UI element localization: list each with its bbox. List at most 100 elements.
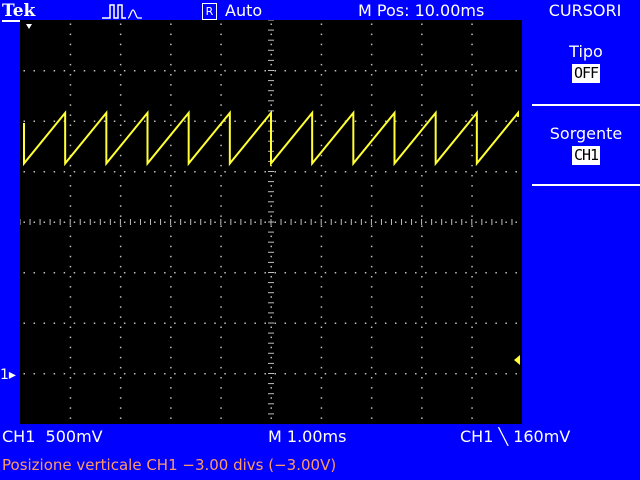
grid-dot xyxy=(421,74,423,76)
grid-dot xyxy=(370,417,373,419)
grid-dot xyxy=(164,171,166,173)
grid-dot xyxy=(69,195,72,197)
grid-dot xyxy=(69,255,72,258)
grid-dot xyxy=(69,407,72,409)
grid-dot xyxy=(284,322,287,324)
grid-dot xyxy=(515,322,517,324)
grid-dot xyxy=(421,417,423,419)
grid-dot xyxy=(103,70,106,72)
grid-dot xyxy=(33,171,36,173)
grid-dot xyxy=(113,272,116,274)
grid-dot xyxy=(164,70,166,72)
grid-dot xyxy=(143,272,146,274)
grid-dot xyxy=(220,225,222,227)
grid-dot xyxy=(43,120,46,122)
grid-dot xyxy=(154,171,156,173)
grid-dot xyxy=(344,70,347,72)
menu-item-sorgente[interactable]: Sorgente CH1 xyxy=(532,124,640,165)
grid-dot xyxy=(320,195,323,197)
trigger-pulse-icon xyxy=(102,4,142,19)
menu-item-sorgente-label: Sorgente xyxy=(549,124,623,143)
grid-dot xyxy=(270,23,272,25)
menu-item-tipo-value: OFF xyxy=(571,64,601,83)
grid-dot xyxy=(23,322,25,324)
menu-item-tipo[interactable]: Tipo OFF xyxy=(532,42,640,83)
grid-dot xyxy=(370,407,373,409)
grid-dot xyxy=(425,272,427,274)
grid-dot xyxy=(370,94,373,96)
grid-dot xyxy=(119,235,122,238)
grid-dot xyxy=(421,306,423,308)
grid-dot xyxy=(274,171,276,173)
grid-dot xyxy=(471,23,473,25)
grid-dot xyxy=(220,205,222,207)
grid-dot xyxy=(133,70,136,72)
grid-dot xyxy=(73,171,76,173)
grid-dot xyxy=(354,322,357,324)
grid-dot xyxy=(421,407,423,409)
grid-dot xyxy=(364,120,367,122)
grid-dot xyxy=(354,120,357,122)
menu-item-tipo-label: Tipo xyxy=(569,42,603,61)
grid-dot xyxy=(63,373,66,375)
grid-dot xyxy=(495,221,497,223)
grid-dot xyxy=(294,322,297,324)
grid-dot xyxy=(73,120,76,122)
grid-dot xyxy=(220,377,222,379)
grid-dot xyxy=(284,171,287,173)
grid-dot xyxy=(421,205,423,207)
grid-dot xyxy=(354,171,357,173)
grid-dot xyxy=(455,373,457,375)
grid-dot xyxy=(113,171,116,173)
grid-dot xyxy=(224,322,226,324)
grid-dot xyxy=(421,33,423,36)
grid-dot xyxy=(69,296,72,298)
grid-dot xyxy=(415,171,417,173)
grid-dot xyxy=(384,171,387,173)
grid-dot xyxy=(421,124,423,126)
grid-dot xyxy=(274,120,276,122)
grid-dot xyxy=(471,407,473,409)
grid-dot xyxy=(264,70,266,72)
grid-dot xyxy=(505,272,507,274)
grid-dot xyxy=(143,171,146,173)
grid-dot xyxy=(170,84,172,86)
grid-dot xyxy=(170,63,172,66)
grid-dot xyxy=(405,171,407,173)
grid-dot xyxy=(284,120,287,122)
grid-dot xyxy=(194,70,196,72)
grid-dot xyxy=(33,120,36,122)
grid-dot xyxy=(270,74,272,76)
grid-dot xyxy=(73,221,76,223)
grid-dot xyxy=(123,120,126,122)
grid-dot xyxy=(170,245,172,248)
grid-dot xyxy=(370,366,373,369)
grid-dot xyxy=(63,221,66,223)
grid-dot xyxy=(505,221,507,223)
grid-dot xyxy=(354,70,357,72)
grid-dot xyxy=(320,53,323,56)
grid-dot xyxy=(370,205,373,207)
grid-dot xyxy=(421,366,423,369)
grid-dot xyxy=(495,272,497,274)
grid-dot xyxy=(23,272,25,274)
grid-dot xyxy=(421,377,423,379)
grid-dot xyxy=(69,276,72,278)
grid-dot xyxy=(370,296,373,298)
grid-dot xyxy=(270,53,272,56)
grid-dot xyxy=(220,215,222,217)
grid-dot xyxy=(254,373,256,375)
grid-dot xyxy=(143,221,146,223)
grid-dot xyxy=(415,373,417,375)
grid-dot xyxy=(320,397,323,399)
grid-dot xyxy=(234,221,236,223)
grid-dot xyxy=(320,225,323,227)
grid-dot xyxy=(270,94,272,96)
grid-dot xyxy=(119,195,122,197)
grid-dot xyxy=(314,70,317,72)
grid-dot xyxy=(324,70,327,72)
grid-dot xyxy=(294,272,297,274)
grid-dot xyxy=(254,171,256,173)
grid-dot xyxy=(170,104,172,106)
grid-dot xyxy=(320,235,323,238)
